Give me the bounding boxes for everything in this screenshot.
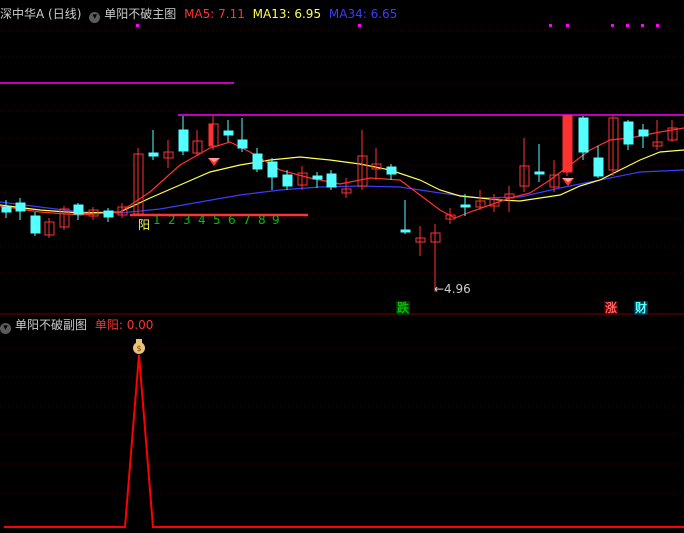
sub-indicator-name[interactable]: 单阳不破副图 — [15, 318, 87, 332]
diamond-icon — [562, 178, 574, 186]
zhang-marker[interactable]: 涨 — [604, 301, 619, 315]
yang-count: 1 — [153, 213, 161, 227]
candlesticks — [1, 115, 678, 292]
money-bag-icon: $ — [133, 339, 145, 354]
yang-count: 3 — [183, 213, 191, 227]
yang-count: 2 — [168, 213, 176, 227]
signal-line — [4, 354, 684, 528]
cai-marker[interactable]: 财 — [634, 301, 649, 315]
chart-canvas[interactable]: $ — [0, 0, 684, 533]
top-dots — [136, 24, 659, 27]
ma13-line — [0, 149, 684, 214]
chevron-down-icon[interactable]: ▾ — [0, 323, 11, 334]
yang-label: 阳 — [138, 218, 151, 232]
sub-chart-header: ▾ 单阳不破副图 单阳: 0.00 — [0, 317, 157, 334]
yang-count: 8 — [258, 213, 266, 227]
yang-count: 7 — [243, 213, 251, 227]
sub-indicator-value: 单阳: 0.00 — [94, 318, 154, 332]
yang-count: 9 — [272, 213, 280, 227]
die-marker[interactable]: 跌 — [396, 301, 411, 315]
yang-count: 6 — [228, 213, 236, 227]
yang-count: 4 — [198, 213, 206, 227]
level-lines — [0, 82, 684, 116]
low-price-label: ←4.96 — [434, 282, 471, 296]
diamond-icon — [208, 158, 220, 166]
sub-grid — [0, 347, 684, 494]
yang-count: 5 — [213, 213, 221, 227]
svg-text:$: $ — [136, 344, 141, 353]
